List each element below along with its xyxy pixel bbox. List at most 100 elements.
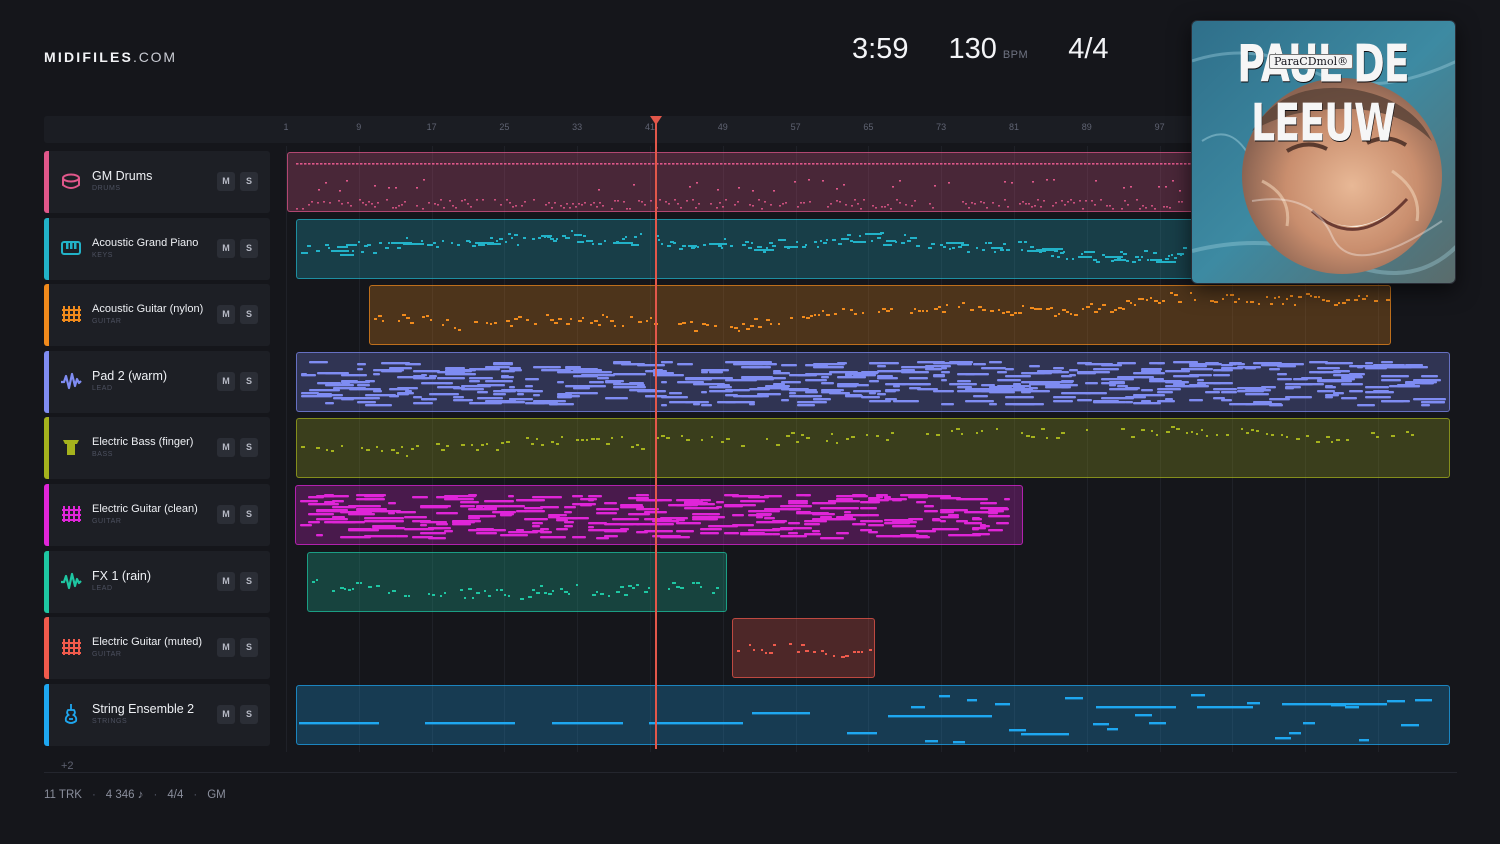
track-name: Acoustic Grand Piano [92,236,199,249]
track-name: Electric Bass (finger) [92,436,194,449]
time-signature-readout: 4/4 [1068,33,1109,65]
track-color-bar [44,284,49,347]
track-name: Electric Guitar (muted) [92,636,203,649]
track-category: GUITAR [92,518,122,525]
track-name: FX 1 (rain) [92,568,152,583]
footer-divider [44,772,1457,773]
track-color-bar [44,484,49,546]
duration-readout: 3:59 [852,33,909,65]
track-color-bar [44,617,49,680]
wave-icon [60,570,82,592]
ruler-tick: 89 [1081,122,1092,132]
clip-track-4[interactable] [296,351,1450,412]
ruler-tick: 49 [717,122,728,132]
footer-time-signature: 4/4 [167,789,184,801]
brand-name: MIDIFILES [44,49,134,65]
track-name: Electric Guitar (clean) [92,503,198,515]
clip-track-6[interactable] [295,485,1023,545]
ruler-tick: 9 [356,122,362,132]
clip-notes [299,693,1432,744]
mute-button[interactable]: M [217,438,235,458]
track-color-bar [44,417,49,480]
bass-icon [60,436,82,458]
clip-track-8[interactable] [732,618,875,679]
track-category: GUITAR [92,651,122,659]
ruler-tick: 33 [572,122,583,132]
clip-notes [300,494,1010,540]
violin-icon [60,703,82,725]
ruler-tick: 17 [426,122,437,132]
piano-icon [60,237,82,259]
solo-button[interactable]: S [240,438,258,458]
solo-button[interactable]: S [240,638,258,658]
track-color-bar [44,550,49,613]
track-category: KEYS [92,251,114,259]
track-name: Acoustic Guitar (nylon) [92,303,204,316]
clip-track-9[interactable] [296,684,1450,745]
ruler-tick: 65 [863,122,874,132]
clip-notes [737,643,872,659]
solo-button[interactable]: S [240,172,258,191]
clip-track-1[interactable] [287,152,1195,212]
mute-button[interactable]: M [217,238,235,258]
drum-icon [60,170,82,192]
track-header-pad-2-warm[interactable]: Pad 2 (warm) LEAD M S [44,350,270,413]
track-category: GUITAR [92,318,122,326]
clip-notes [296,163,1191,210]
track-category: LEAD [92,384,113,392]
solo-button[interactable]: S [240,305,258,325]
track-color-bar [44,683,49,746]
ruler-tick: 97 [1154,122,1165,132]
track-count: 11 TRK [44,789,82,801]
playhead-handle[interactable] [650,116,662,125]
mute-button[interactable]: M [217,305,235,325]
solo-button[interactable]: S [240,371,258,391]
solo-button[interactable]: S [240,238,258,258]
clip-notes [301,426,1414,458]
track-color-bar [44,151,49,213]
track-header-string-ensemble-2[interactable]: String Ensemble 2 STRINGS M S [44,683,270,746]
track-header-electric-guitar-muted[interactable]: Electric Guitar (muted) GUITAR M S [44,617,270,680]
brand-logo[interactable]: MIDIFILES.COM [44,49,177,65]
brand-suffix: .COM [133,49,177,65]
song-stats: 3:59 130 BPM 4/4 [852,33,1109,66]
track-header-acoustic-grand-piano[interactable]: Acoustic Grand Piano KEYS M S [44,217,270,280]
note-count: 4 346 ♪ [105,789,144,801]
mute-button[interactable]: M [217,571,235,591]
wave-icon [60,370,82,392]
guitar-icon [60,503,82,525]
mute-button[interactable]: M [217,172,235,191]
playhead[interactable] [655,123,657,749]
track-header-fx-1-rain[interactable]: FX 1 (rain) LEAD M S [44,550,270,613]
mute-button[interactable]: M [217,371,235,391]
clip-notes [301,229,1187,263]
track-header-gm-drums[interactable]: GM Drums DRUMS M S [44,151,270,213]
track-category: LEAD [92,584,113,592]
track-color-bar [44,217,49,280]
ruler-tick: 57 [790,122,801,132]
album-cover: PAUL DE LEEUW PAUL DE LEEUW ParaCDmol® [1191,20,1456,284]
track-name: Pad 2 (warm) [92,368,168,383]
solo-button[interactable]: S [240,505,258,524]
mute-button[interactable]: M [217,638,235,658]
mute-button[interactable]: M [217,704,235,724]
mute-button[interactable]: M [217,505,235,524]
track-header-electric-bass-finger[interactable]: Electric Bass (finger) BASS M S [44,417,270,480]
clip-track-3[interactable] [369,285,1391,346]
cover-tag: ParaCDmol® [1269,54,1354,69]
track-header-electric-guitar-clean[interactable]: Electric Guitar (clean) GUITAR M S [44,484,270,546]
guitar-icon [60,303,82,325]
ruler-tick: 25 [499,122,510,132]
clip-track-7[interactable] [307,551,727,612]
clip-notes [301,360,1446,407]
clip-notes [312,578,719,600]
ruler-tick: 73 [936,122,947,132]
clip-track-5[interactable] [296,418,1450,479]
track-header-acoustic-guitar-nylon[interactable]: Acoustic Guitar (nylon) GUITAR M S [44,284,270,347]
clip-track-2[interactable] [296,218,1195,279]
solo-button[interactable]: S [240,571,258,591]
track-color-bar [44,350,49,413]
more-tracks-indicator[interactable]: +2 [61,760,74,772]
solo-button[interactable]: S [240,704,258,724]
tempo-readout: 130 [948,33,997,65]
